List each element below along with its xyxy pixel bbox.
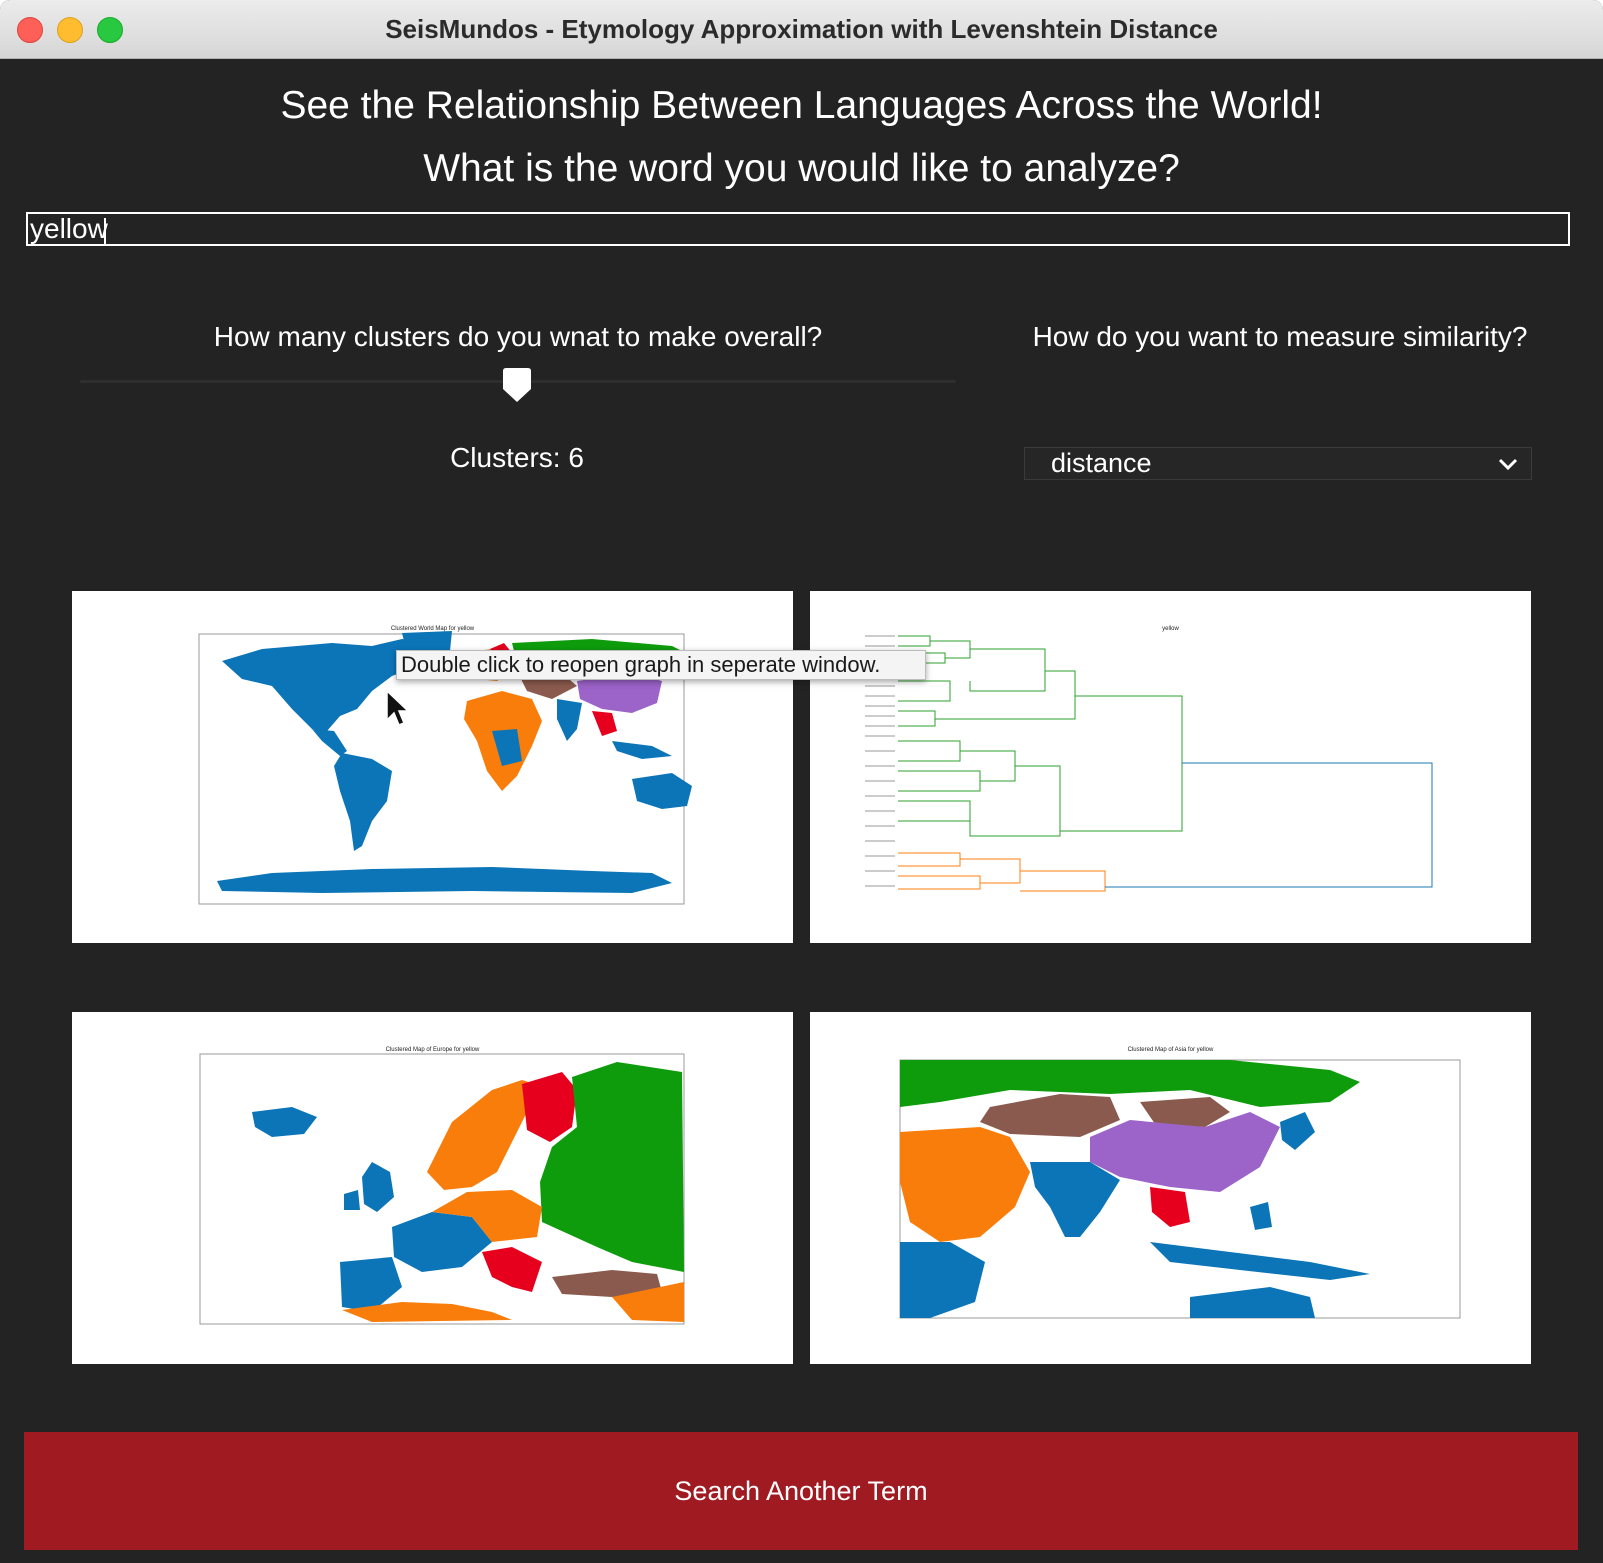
- text-caret: [104, 218, 106, 244]
- europe-map-image: [199, 1053, 685, 1325]
- search-another-term-button[interactable]: Search Another Term: [24, 1432, 1578, 1550]
- clusters-value: Clusters: 6: [450, 442, 584, 473]
- clusters-slider-thumb[interactable]: [501, 367, 533, 403]
- page-heading: See the Relationship Between Languages A…: [280, 84, 1323, 127]
- title-bar: SeisMundos - Etymology Approximation wit…: [0, 0, 1603, 59]
- window-title: SeisMundos - Etymology Approximation wit…: [385, 14, 1218, 44]
- similarity-selected-value: distance: [1051, 448, 1152, 478]
- europe-map-graph[interactable]: Clustered Map of Europe for yellow: [72, 1012, 793, 1364]
- dendrogram-graph[interactable]: yellow: [810, 591, 1531, 943]
- word-input[interactable]: [26, 212, 1570, 246]
- clusters-label: How many clusters do you wnat to make ov…: [213, 321, 823, 352]
- similarity-select[interactable]: distance: [1024, 447, 1532, 480]
- world-map-graph[interactable]: Clustered World Map for yellow: [72, 591, 793, 943]
- arrow-cursor-icon: [386, 690, 410, 726]
- app-window: SeisMundos - Etymology Approximation wit…: [0, 0, 1603, 1563]
- graph-tooltip: Double click to reopen graph in seperate…: [396, 650, 926, 680]
- asia-map-graph[interactable]: Clustered Map of Asia for yellow: [810, 1012, 1531, 1364]
- asia-map-image: [899, 1059, 1461, 1319]
- chevron-down-icon: [1498, 458, 1518, 471]
- dendrogram-image: [865, 635, 1433, 892]
- word-prompt: What is the word you would like to analy…: [423, 147, 1180, 190]
- search-another-term-label: Search Another Term: [674, 1476, 928, 1506]
- similarity-label: How do you want to measure similarity?: [1032, 321, 1528, 352]
- world-map-image: [198, 631, 692, 905]
